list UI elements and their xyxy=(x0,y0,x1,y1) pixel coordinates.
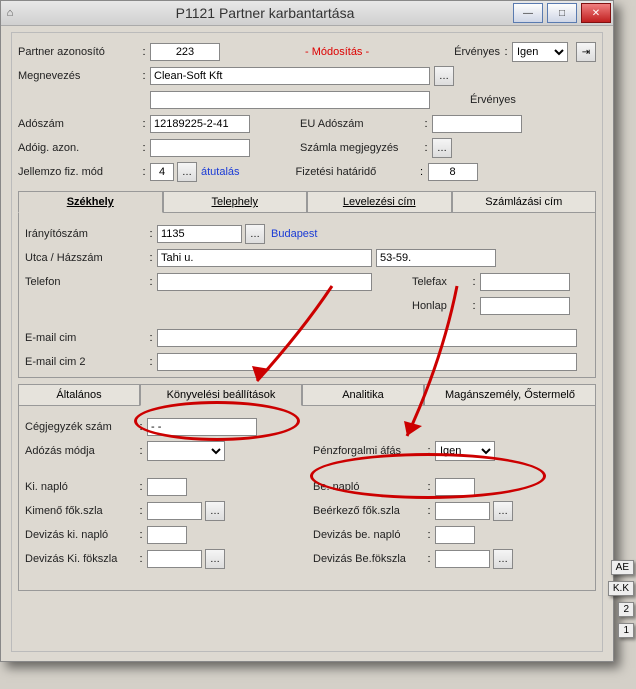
beerk-fok-label: Beérkező fők.szla xyxy=(313,505,423,517)
dev-be-fok-input[interactable] xyxy=(435,550,490,568)
dev-ki-fok-label: Devizás Ki. fökszla xyxy=(25,553,135,565)
irsz-label: Irányítószám xyxy=(25,228,145,240)
ervenyes-section-label: Érvényes xyxy=(470,94,516,106)
megnevezes-lookup-button[interactable]: … xyxy=(434,66,454,86)
dev-be-fok-lookup[interactable]: … xyxy=(493,549,513,569)
titlebar: ⌂ P1121 Partner karbantartása — □ ✕ xyxy=(1,1,613,26)
side-tag-ae[interactable]: AE xyxy=(611,560,634,575)
maximize-button[interactable]: □ xyxy=(547,3,577,23)
telefax-label: Telefax xyxy=(412,276,468,288)
tab-altalanos[interactable]: Általános xyxy=(18,384,140,406)
be-naplo-label: Be. napló xyxy=(313,481,423,493)
megnevezes-label: Megnevezés xyxy=(18,70,138,82)
pin-button[interactable]: ⇥ xyxy=(576,42,596,62)
dev-ki-fok-lookup[interactable]: … xyxy=(205,549,225,569)
fiz-hat-input[interactable] xyxy=(428,163,478,181)
ki-naplo-label: Ki. napló xyxy=(25,481,135,493)
side-tag-2[interactable]: 2 xyxy=(618,602,634,617)
kim-fok-input[interactable] xyxy=(147,502,202,520)
penzforg-label: Pénzforgalmi áfás xyxy=(313,445,423,457)
main-form: Partner azonosító : - Módosítás - Érvény… xyxy=(11,32,603,652)
app-window: ⌂ P1121 Partner karbantartása — □ ✕ Part… xyxy=(0,0,614,662)
tab-maganszemely[interactable]: Magánszemély, Őstermelő xyxy=(424,384,596,406)
tab-konyvelesi[interactable]: Könyvelési beállítások xyxy=(140,384,302,406)
dev-ki-naplo-label: Devizás ki. napló xyxy=(25,529,135,541)
email2-input[interactable] xyxy=(157,353,577,371)
address-panel: Irányítószám : … Budapest Utca / Házszám… xyxy=(18,213,596,378)
app-icon: ⌂ xyxy=(1,7,19,19)
adozas-select[interactable] xyxy=(147,441,225,461)
megnevezes-input[interactable] xyxy=(150,67,430,85)
adoszam-label: Adószám xyxy=(18,118,138,130)
partner-id-label: Partner azonosító xyxy=(18,46,138,58)
status-text: - Módosítás - xyxy=(305,46,369,58)
kim-fok-lookup[interactable]: … xyxy=(205,501,225,521)
detail-tabs: Általános Könyvelési beállítások Analiti… xyxy=(18,384,596,406)
email1-label: E-mail cim xyxy=(25,332,145,344)
szamla-megj-button[interactable]: … xyxy=(432,138,452,158)
szamla-megj-label: Számla megjegyzés xyxy=(300,142,420,154)
window-title: P1121 Partner karbantartása xyxy=(19,5,511,21)
dev-be-naplo-label: Devizás be. napló xyxy=(313,529,423,541)
ervenyes-label: Érvényes xyxy=(454,46,500,58)
honlap-input[interactable] xyxy=(480,297,570,315)
dev-be-naplo-input[interactable] xyxy=(435,526,475,544)
cegj-label: Cégjegyzék szám xyxy=(25,421,135,433)
utca-label: Utca / Házszám xyxy=(25,252,145,264)
jell-fiz-lookup-button[interactable]: … xyxy=(177,162,197,182)
adoig-input[interactable] xyxy=(150,139,250,157)
beerk-fok-input[interactable] xyxy=(435,502,490,520)
tab-analitika[interactable]: Analitika xyxy=(302,384,424,406)
email1-input[interactable] xyxy=(157,329,577,347)
tab-szamlazasi[interactable]: Számlázási cím xyxy=(452,191,597,213)
fiz-hat-label: Fizetési határidő xyxy=(296,166,416,178)
book-panel: Cégjegyzék szám: Adózás módja: Pénzforga… xyxy=(18,406,596,591)
utca-input[interactable] xyxy=(157,249,372,267)
side-tag-1[interactable]: 1 xyxy=(618,623,634,638)
email2-label: E-mail cim 2 xyxy=(25,356,145,368)
adoszam-input[interactable] xyxy=(150,115,250,133)
tab-telephely[interactable]: Telephely xyxy=(163,191,308,213)
penzforg-select[interactable]: Igen xyxy=(435,441,495,461)
kim-fok-label: Kimenő fők.szla xyxy=(25,505,135,517)
address-tabs: Székhely Telephely Levelezési cím Számlá… xyxy=(18,191,596,213)
atutalas-link[interactable]: átutalás xyxy=(201,166,240,178)
megnevezes2-input[interactable] xyxy=(150,91,430,109)
telefax-input[interactable] xyxy=(480,273,570,291)
close-button[interactable]: ✕ xyxy=(581,3,611,23)
partner-id-input[interactable] xyxy=(150,43,220,61)
tab-szekhely[interactable]: Székhely xyxy=(18,191,163,213)
side-tag-kk[interactable]: K.K xyxy=(608,581,634,596)
irsz-lookup-button[interactable]: … xyxy=(245,224,265,244)
minimize-button[interactable]: — xyxy=(513,3,543,23)
eu-adoszam-label: EU Adószám xyxy=(300,118,420,130)
be-naplo-input[interactable] xyxy=(435,478,475,496)
adoig-label: Adóig. azon. xyxy=(18,142,138,154)
dev-ki-naplo-input[interactable] xyxy=(147,526,187,544)
dev-be-fok-label: Devizás Be.fökszla xyxy=(313,553,423,565)
city-link[interactable]: Budapest xyxy=(271,228,317,240)
irsz-input[interactable] xyxy=(157,225,242,243)
honlap-label: Honlap xyxy=(412,300,468,312)
adozas-label: Adózás módja xyxy=(25,445,135,457)
jell-fiz-label: Jellemzo fiz. mód xyxy=(18,166,138,178)
ervenyes-select[interactable]: Igen xyxy=(512,42,568,62)
tab-levelezesi[interactable]: Levelezési cím xyxy=(307,191,452,213)
hazszam-input[interactable] xyxy=(376,249,496,267)
dev-ki-fok-input[interactable] xyxy=(147,550,202,568)
jell-fiz-input[interactable] xyxy=(150,163,174,181)
telefon-input[interactable] xyxy=(157,273,372,291)
beerk-fok-lookup[interactable]: … xyxy=(493,501,513,521)
side-tags: AE K.K 2 1 xyxy=(608,560,634,638)
ki-naplo-input[interactable] xyxy=(147,478,187,496)
telefon-label: Telefon xyxy=(25,276,145,288)
cegj-input[interactable] xyxy=(147,418,257,436)
eu-adoszam-input[interactable] xyxy=(432,115,522,133)
